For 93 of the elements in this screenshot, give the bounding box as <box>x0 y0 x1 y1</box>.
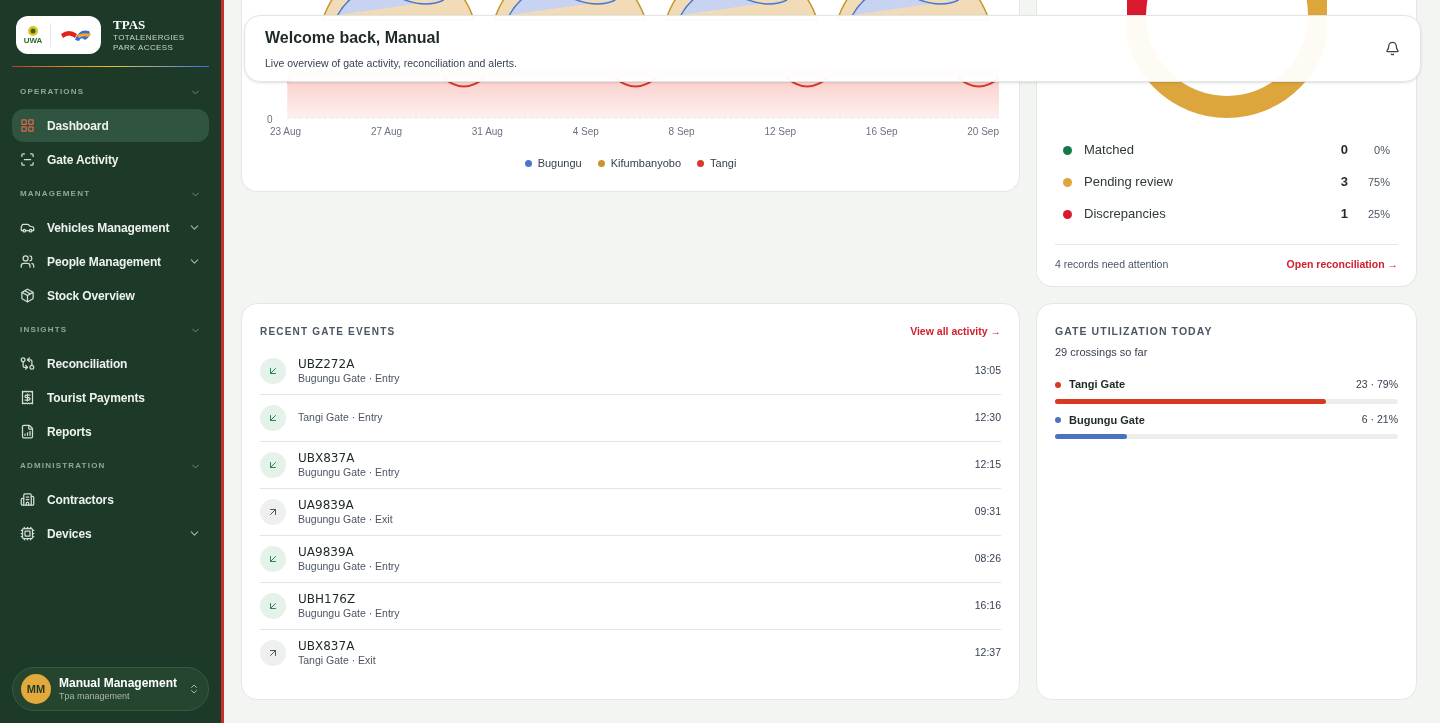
nav-icon <box>20 492 35 507</box>
legend-label: Tangi <box>710 156 737 171</box>
nav-item[interactable]: People Management <box>12 245 209 278</box>
event-row[interactable]: Tangi Gate · Entry 12:30 <box>260 394 1001 442</box>
attention-note: 4 records need attention <box>1055 257 1169 272</box>
nav-item[interactable]: Reconciliation <box>12 347 209 380</box>
event-row[interactable]: UBX837A Tangi Gate · Exit 12:37 <box>260 629 1001 677</box>
event-time: 13:05 <box>974 362 1001 378</box>
logo-text: UWA <box>23 37 43 45</box>
event-time: 09:31 <box>974 503 1001 519</box>
nav-icon <box>20 390 35 405</box>
plate-number: UBX837A <box>298 639 356 655</box>
plate-number: UA9839A <box>298 544 355 560</box>
section-heading: ADMINISTRATION <box>20 460 106 472</box>
plate-number: UBH176Z <box>298 591 357 607</box>
event-time: 12:15 <box>974 456 1001 472</box>
axis-label: 8 Sep <box>668 125 695 139</box>
plate-number: UBX837A <box>298 450 356 466</box>
event-detail: Bugungu Gate · Entry <box>298 465 401 479</box>
card-title: GATE UTILIZATION TODAY <box>1055 324 1214 339</box>
axis-label: 20 Sep <box>967 125 999 139</box>
event-time: 08:26 <box>974 550 1001 566</box>
nav-icon <box>20 526 35 541</box>
brand-subtitle: TOTALENERGIES PARK ACCESS <box>113 33 186 54</box>
gate-reading: 6 · 21% <box>1361 412 1398 428</box>
user-role: Tpa management <box>59 690 131 703</box>
event-row[interactable]: UA9839A Bugungu Gate · Entry 08:26 <box>260 535 1001 583</box>
card-subtitle: 29 crossings so far <box>1055 344 1149 360</box>
user-avatar: MM <box>21 674 51 704</box>
card-title: RECENT GATE EVENTS <box>260 325 396 340</box>
event-row[interactable]: UBX837A Bugungu Gate · Entry 12:15 <box>260 441 1001 489</box>
axis-label: 23 Aug <box>270 125 302 139</box>
status-percent: 75% <box>1366 174 1390 190</box>
page-title: Welcome back, Manual <box>265 27 441 48</box>
nav-icon <box>20 254 35 269</box>
open-reconciliation-link[interactable]: Open reconciliation → <box>1286 257 1398 273</box>
page-subtitle: Live overview of gate activity, reconciliation and alerts. <box>265 55 517 71</box>
event-detail: Bugungu Gate · Entry <box>298 559 401 573</box>
nav-item[interactable]: Vehicles Management <box>12 211 209 244</box>
event-row[interactable]: UBH176Z Bugungu Gate · Entry 16:16 <box>260 582 1001 630</box>
gate-label: Bugungu Gate <box>1069 412 1146 428</box>
event-time: 12:37 <box>974 645 1001 661</box>
event-detail: Tangi Gate · Exit <box>298 654 377 668</box>
nav-icon <box>20 118 35 133</box>
axis-label: 27 Aug <box>370 125 403 139</box>
section-heading: INSIGHTS <box>20 324 68 336</box>
brand-title: TPAS <box>113 16 147 34</box>
nav-item[interactable]: Tourist Payments <box>12 381 209 414</box>
notifications-icon[interactable] <box>1385 41 1400 56</box>
status-label: Discrepancies <box>1084 205 1167 224</box>
nav-icon <box>20 424 35 439</box>
gate-reading: 23 · 79% <box>1355 376 1398 392</box>
gate-label: Tangi Gate <box>1069 377 1127 393</box>
axis-label: 4 Sep <box>572 125 599 139</box>
axis-label: 16 Sep <box>865 125 898 139</box>
nav-icon <box>20 288 35 303</box>
status-percent: 25% <box>1366 206 1390 222</box>
event-row[interactable]: UBZ272A Bugungu Gate · Entry 13:05 <box>260 347 1001 395</box>
plate-number: UA9839A <box>298 497 355 513</box>
status-label: Matched <box>1084 141 1135 160</box>
axis-label: 12 Sep <box>764 125 797 139</box>
axis-tick: 0 <box>267 113 273 127</box>
event-detail: Bugungu Gate · Entry <box>298 606 401 620</box>
nav-item[interactable]: Stock Overview <box>12 279 209 312</box>
user-name: Manual Management <box>59 675 179 691</box>
view-all-link[interactable]: View all activity → <box>910 324 1001 340</box>
status-count: 3 <box>1339 173 1348 192</box>
event-time: 12:30 <box>974 409 1001 425</box>
event-row[interactable]: UA9839A Bugungu Gate · Exit 09:31 <box>260 488 1001 536</box>
event-detail: Bugungu Gate · Entry <box>298 371 401 385</box>
event-time: 16:16 <box>974 597 1001 613</box>
expand-icon <box>188 683 200 695</box>
nav-item[interactable]: Devices <box>12 517 209 550</box>
legend-label: Bugungu <box>537 156 582 171</box>
event-detail: Bugungu Gate · Exit <box>298 512 394 526</box>
status-count: 0 <box>1339 141 1348 160</box>
nav-item[interactable]: Gate Activity <box>12 143 209 176</box>
nav-item[interactable]: Dashboard <box>12 109 209 142</box>
status-label: Pending review <box>1084 173 1174 192</box>
section-heading: OPERATIONS <box>20 86 85 98</box>
legend-label: Kifumbanyobo <box>610 156 682 171</box>
emblem-icon <box>27 25 39 37</box>
nav-item[interactable]: Reports <box>12 415 209 448</box>
plate-number: UBZ272A <box>298 356 356 372</box>
user-menu[interactable]: MM Manual Management Tpa management <box>12 667 209 711</box>
section-heading: MANAGEMENT <box>20 188 91 200</box>
nav-item[interactable]: Contractors <box>12 483 209 516</box>
axis-label: 31 Aug <box>471 125 503 139</box>
nav-icon <box>20 152 35 167</box>
event-detail: Tangi Gate · Entry <box>298 411 384 425</box>
nav-icon <box>20 356 35 371</box>
status-percent: 0% <box>1373 142 1390 158</box>
status-count: 1 <box>1339 205 1348 224</box>
